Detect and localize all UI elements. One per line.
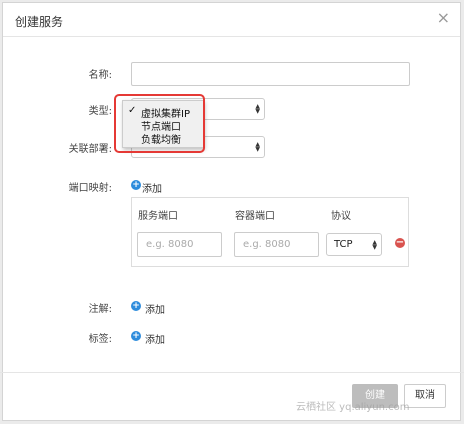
cancel-button[interactable]: 取消 — [404, 384, 446, 408]
add-annotation-button[interactable]: 添加 — [145, 301, 165, 316]
name-label: 名称: — [88, 70, 112, 81]
add-tag-button[interactable]: 添加 — [145, 331, 165, 346]
protocol-value: TCP — [334, 239, 353, 250]
remove-circle-icon[interactable]: − — [395, 238, 405, 248]
annotation-label: 注解: — [88, 304, 112, 315]
add-circle-icon[interactable]: + — [131, 331, 141, 341]
select-arrows-icon: ▲ ▼ — [372, 238, 377, 251]
add-port-button[interactable]: 添加 — [142, 180, 162, 195]
service-port-input[interactable]: e.g. 8080 — [137, 232, 222, 257]
tag-label: 标签: — [88, 334, 112, 345]
col-service-port: 服务端口 — [138, 211, 178, 222]
watermark: 云栖社区 yq.aliyun.com — [296, 402, 410, 413]
name-input[interactable] — [131, 62, 410, 86]
close-icon[interactable]: × — [437, 10, 450, 26]
add-circle-icon[interactable]: + — [131, 301, 141, 311]
dialog-header: 创建服务 × — [3, 3, 460, 37]
highlight-box — [114, 94, 205, 153]
footer-divider — [0, 372, 464, 373]
col-container-port: 容器端口 — [235, 211, 275, 222]
dialog-title: 创建服务 — [15, 15, 64, 29]
service-port-placeholder: e.g. 8080 — [146, 239, 194, 250]
col-protocol: 协议 — [331, 211, 351, 222]
port-mapping-label: 端口映射: — [68, 183, 112, 194]
container-port-placeholder: e.g. 8080 — [243, 239, 291, 250]
type-label: 类型: — [88, 106, 112, 117]
protocol-select[interactable]: TCP ▲ ▼ — [326, 233, 382, 256]
deployment-label: 关联部署: — [68, 144, 112, 155]
container-port-input[interactable]: e.g. 8080 — [234, 232, 319, 257]
select-arrows-icon: ▲ ▼ — [255, 141, 260, 153]
add-circle-icon[interactable]: + — [131, 180, 141, 190]
select-arrows-icon: ▲ ▼ — [255, 103, 260, 115]
